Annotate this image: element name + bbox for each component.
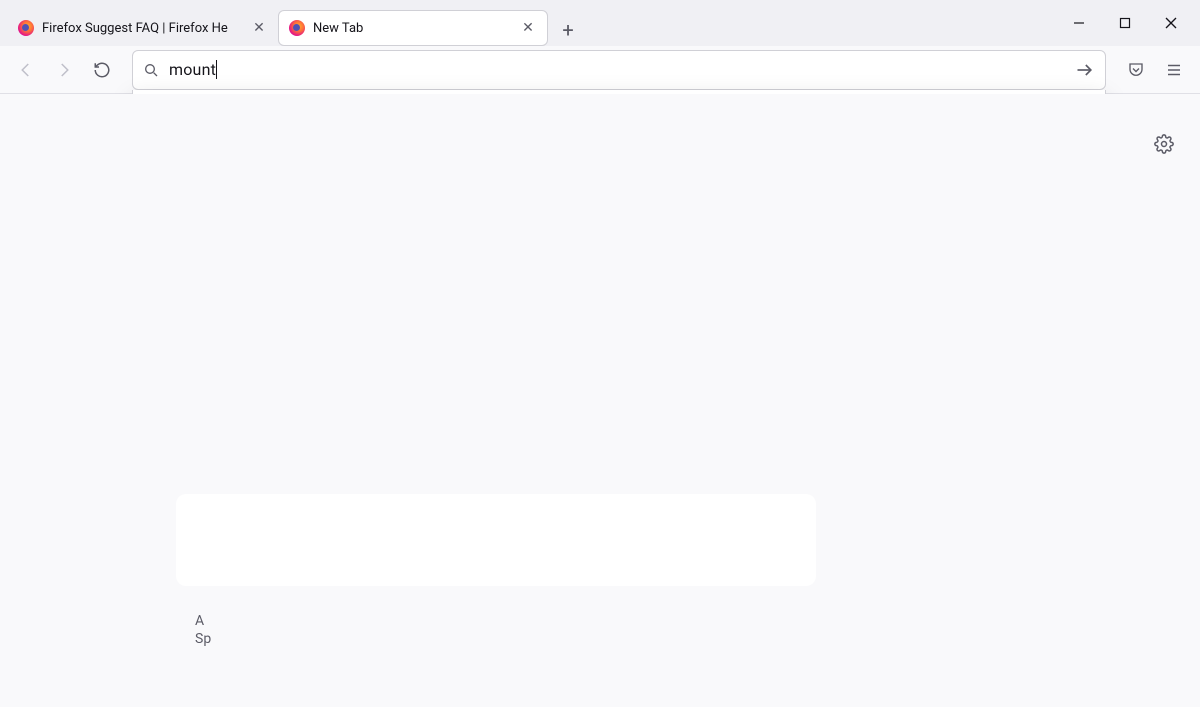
toolbar-right-buttons [1120, 54, 1190, 86]
urlbar[interactable]: mount [132, 50, 1106, 90]
newtab-content: A Sp [0, 94, 1200, 707]
close-icon[interactable]: ✕ [250, 19, 268, 37]
nav-toolbar: mount mount — Search with Google mount s… [0, 46, 1200, 94]
tab-title: Firefox Suggest FAQ | Firefox He [42, 21, 242, 36]
forward-button[interactable] [48, 54, 80, 86]
window-controls [1056, 0, 1194, 46]
urlbar-text: mount [169, 60, 1065, 79]
tab-strip: Firefox Suggest FAQ | Firefox He ✕ New T… [0, 0, 1200, 46]
minimize-button[interactable] [1056, 0, 1102, 46]
reload-button[interactable] [86, 54, 118, 86]
tab-new-tab[interactable]: New Tab ✕ [278, 10, 548, 46]
close-window-button[interactable] [1148, 0, 1194, 46]
go-arrow-icon[interactable] [1075, 60, 1095, 80]
search-icon [143, 62, 159, 78]
urlbar-container: mount mount — Search with Google mount s… [132, 50, 1106, 90]
content-card [176, 494, 816, 586]
tab-title: New Tab [313, 21, 511, 36]
newtab-settings-button[interactable] [1154, 134, 1174, 154]
firefox-favicon [18, 20, 34, 36]
close-icon[interactable]: ✕ [519, 19, 537, 37]
app-menu-button[interactable] [1158, 54, 1190, 86]
tab-firefox-suggest-faq[interactable]: Firefox Suggest FAQ | Firefox He ✕ [8, 10, 278, 46]
firefox-favicon [289, 20, 305, 36]
back-button[interactable] [10, 54, 42, 86]
new-tab-button[interactable]: + [552, 14, 584, 46]
maximize-button[interactable] [1102, 0, 1148, 46]
pocket-button[interactable] [1120, 54, 1152, 86]
content-text-fragment: A Sp [195, 612, 211, 648]
